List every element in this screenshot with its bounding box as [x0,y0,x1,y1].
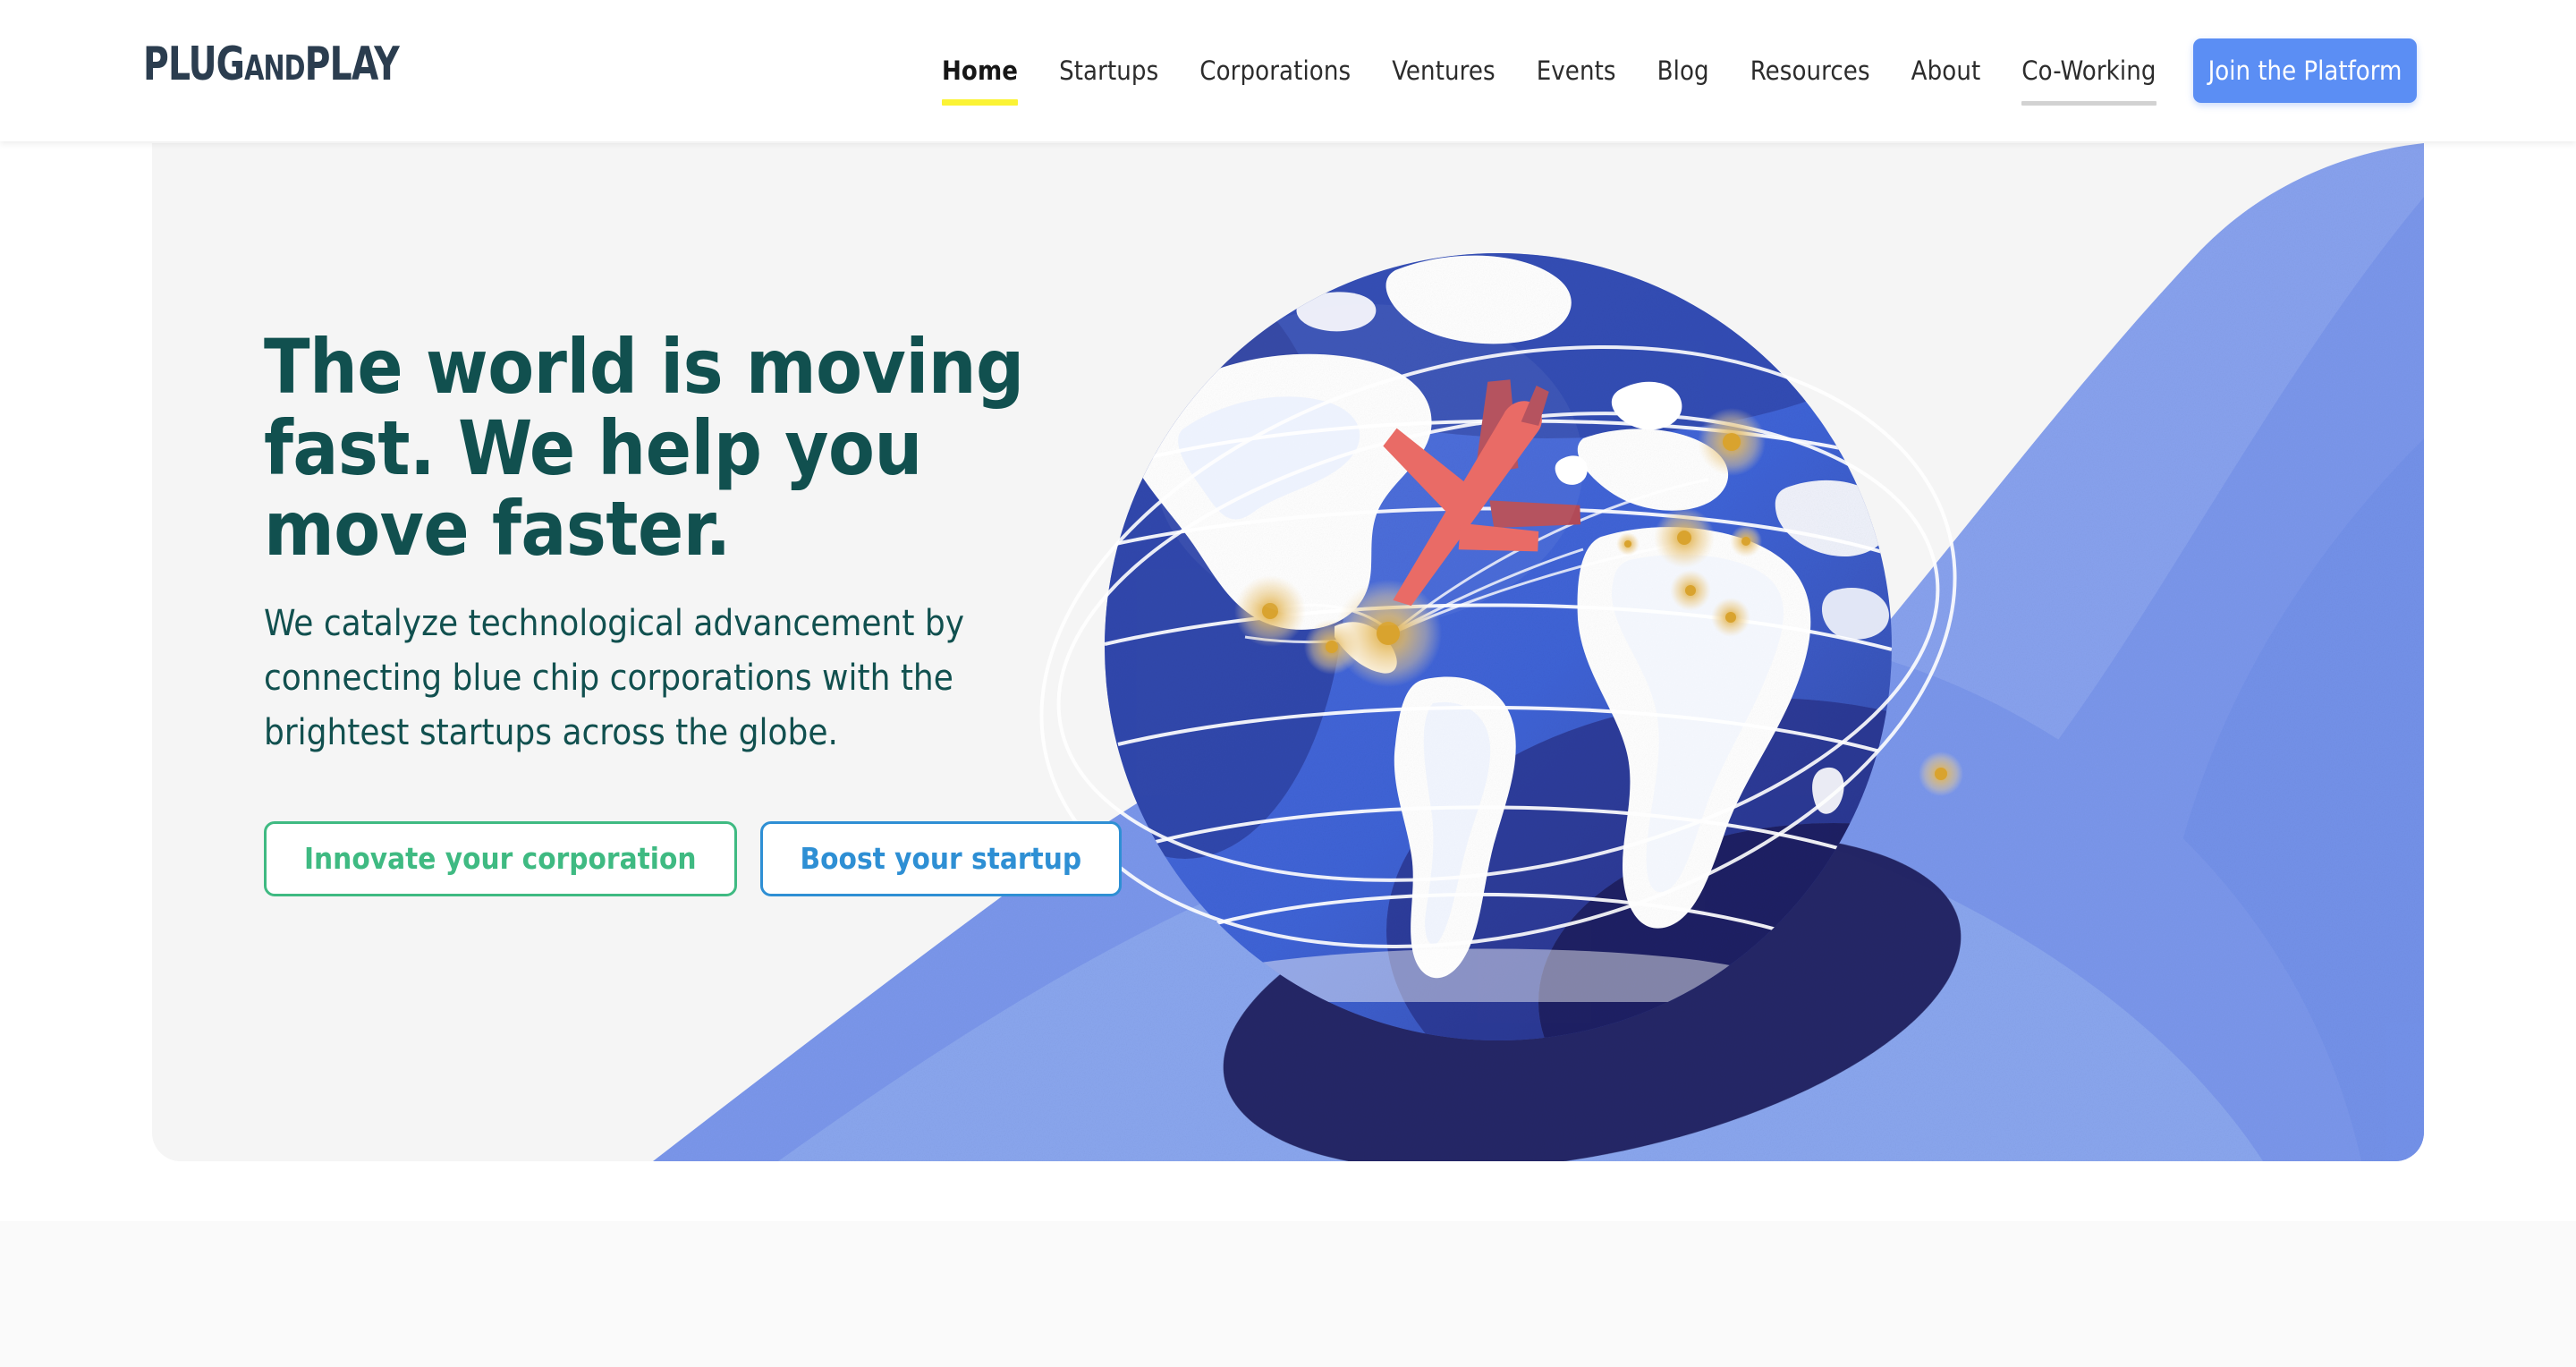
hero-section: The world is moving fast. We help you mo… [152,143,2424,1161]
nav-item-blog[interactable]: Blog [1637,55,1730,86]
nav-label-co-working: Co-Working [2021,55,2157,86]
hero-headline: The world is moving fast. We help you mo… [264,323,1024,573]
main-navigation: Home Startups Corporations Ventures Even… [921,0,2177,141]
logo-part-play: PLAY [304,38,400,91]
nav-label-startups: Startups [1059,55,1159,86]
active-underline-indicator [942,99,1019,106]
nav-item-ventures[interactable]: Ventures [1371,55,1515,86]
nav-label-blog: Blog [1657,55,1709,86]
hover-underline-indicator [2021,101,2157,106]
nav-item-about[interactable]: About [1891,55,2002,86]
nav-label-home: Home [942,55,1019,86]
site-header: PLUGANDPLAY Home Startups Corporations V… [0,0,2576,141]
nav-label-ventures: Ventures [1392,55,1496,86]
hero-cta-group: Innovate your corporation Boost your sta… [264,820,1123,896]
boost-your-startup-button[interactable]: Boost your startup [759,820,1123,896]
nav-item-events[interactable]: Events [1516,55,1637,86]
nav-item-co-working[interactable]: Co-Working [2001,55,2176,106]
join-the-platform-button[interactable]: Join the Platform [2193,38,2417,103]
logo-part-plug: PLUG [143,38,245,91]
brand-logo[interactable]: PLUGANDPLAY [143,38,400,91]
hero-subheadline: We catalyze technological advancement by… [264,603,965,753]
nav-item-corporations[interactable]: Corporations [1179,55,1371,86]
hero-copy-block: The world is moving fast. We help you mo… [264,323,1123,896]
logo-part-and: AND [244,48,305,88]
nav-item-resources[interactable]: Resources [1730,55,1891,86]
nav-label-events: Events [1536,55,1616,86]
nav-item-startups[interactable]: Startups [1038,55,1179,86]
next-content-section [0,1221,2576,1367]
nav-item-home[interactable]: Home [921,55,1038,106]
nav-label-resources: Resources [1750,55,1870,86]
innovate-your-corporation-button[interactable]: Innovate your corporation [264,820,737,896]
nav-label-corporations: Corporations [1199,55,1352,86]
nav-label-about: About [1911,55,1981,86]
